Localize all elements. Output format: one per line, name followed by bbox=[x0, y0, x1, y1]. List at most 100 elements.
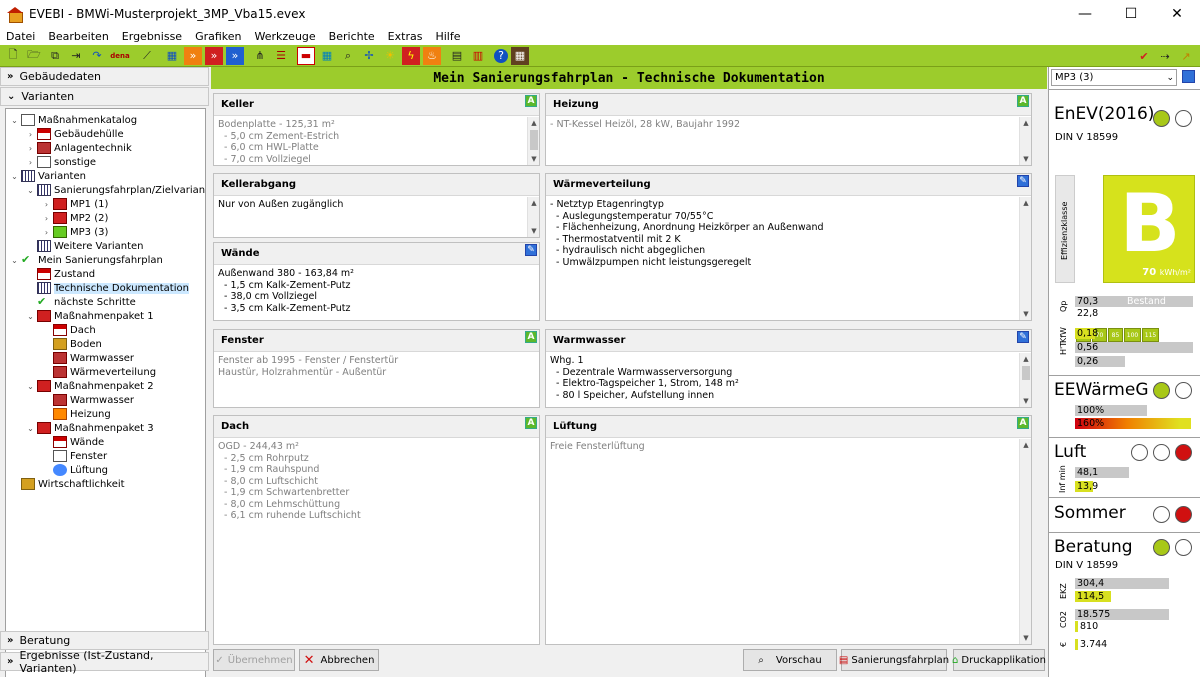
checkmark-icon[interactable]: ✔ bbox=[1135, 47, 1153, 65]
chevron-down-icon[interactable]: ⌄ bbox=[10, 172, 19, 181]
tree-item[interactable]: Heizung bbox=[42, 407, 111, 421]
tree-item[interactable]: Zustand bbox=[26, 267, 95, 281]
panel-text[interactable]: Bodenplatte - 125,31 m² - 5,0 cm Zement-… bbox=[214, 116, 539, 168]
scrollbar[interactable]: ▲ ▼ bbox=[1019, 117, 1031, 165]
tree-item[interactable]: Fenster bbox=[42, 449, 107, 463]
tree-item[interactable]: Weitere Varianten bbox=[26, 239, 144, 253]
sanierungsfahrplan-button[interactable]: ▤ Sanierungsfahrplan bbox=[839, 649, 949, 671]
trend-chart-icon[interactable]: ↗ bbox=[1177, 47, 1195, 65]
tree-item[interactable]: Warmwasser bbox=[42, 393, 134, 407]
grid-blue-icon[interactable]: ▦ bbox=[318, 47, 336, 65]
edit-pencil-icon[interactable]: ✎ bbox=[525, 244, 537, 256]
menu-grafiken[interactable]: Grafiken bbox=[195, 30, 241, 43]
chevron-right-icon[interactable]: › bbox=[42, 214, 51, 223]
panel-text[interactable]: Fenster ab 1995 - Fenster / Fenstertür H… bbox=[214, 352, 539, 381]
auto-badge-icon[interactable]: A bbox=[525, 331, 537, 343]
uebernehmen-button[interactable]: ✓ Übernehmen bbox=[213, 649, 295, 671]
redo-arrow-icon[interactable]: ↷ bbox=[88, 47, 106, 65]
panel-text[interactable]: Freie Fensterlüftung bbox=[546, 438, 1031, 456]
panel-text[interactable]: Außenwand 380 - 163,84 m² - 1,5 cm Kalk-… bbox=[214, 265, 539, 317]
export-red-icon[interactable]: » bbox=[205, 46, 223, 65]
menu-ergebnisse[interactable]: Ergebnisse bbox=[122, 30, 182, 43]
variant-select[interactable]: MP3 (3) ⌄ bbox=[1051, 69, 1177, 86]
menu-berichte[interactable]: Berichte bbox=[329, 30, 375, 43]
menu-werkzeuge[interactable]: Werkzeuge bbox=[255, 30, 316, 43]
calculator-icon[interactable]: ▦ bbox=[511, 46, 529, 65]
auto-badge-icon[interactable]: A bbox=[1017, 417, 1029, 429]
chevron-down-icon[interactable]: ⌄ bbox=[10, 256, 19, 265]
help-icon[interactable]: ? bbox=[494, 48, 508, 63]
section-varianten[interactable]: ⌄ Varianten bbox=[0, 87, 209, 106]
section-gebaeudedaten[interactable]: » Gebäudedaten bbox=[0, 67, 209, 86]
panel-text[interactable]: Nur von Außen zugänglich bbox=[214, 196, 539, 214]
abbrechen-button[interactable]: ✕ Abbrechen bbox=[299, 649, 379, 671]
wand-icon[interactable]: ⟋ bbox=[138, 47, 156, 65]
tree-item[interactable]: › MP2 (2) bbox=[42, 211, 108, 225]
chevron-down-icon[interactable]: ⌄ bbox=[26, 186, 35, 195]
tree-item[interactable]: ✔ nächste Schritte bbox=[26, 295, 136, 309]
auto-badge-icon[interactable]: A bbox=[525, 417, 537, 429]
panel-text[interactable]: OGD - 244,43 m² - 2,5 cm Rohrputz - 1,9 … bbox=[214, 438, 539, 525]
auto-badge-icon[interactable]: A bbox=[525, 95, 537, 107]
panel-text[interactable]: - Netztyp Etagenringtyp - Auslegungstemp… bbox=[546, 196, 1031, 271]
tree-item[interactable]: › MP3 (3) bbox=[42, 225, 108, 239]
variant-tree[interactable]: ⌄ Maßnahmenkatalog › Gebäudehülle › Anlagente… bbox=[5, 108, 206, 677]
tree-item[interactable]: Lüftung bbox=[42, 463, 108, 477]
new-file-icon[interactable]: 🗋 bbox=[4, 47, 22, 65]
menu-datei[interactable]: Datei bbox=[6, 30, 35, 43]
section-ergebnisse[interactable]: » Ergebnisse (Ist-Zustand, Varianten) bbox=[0, 649, 209, 675]
scrollbar[interactable]: ▲ ▼ bbox=[1019, 353, 1031, 407]
chevron-down-icon[interactable]: ⌄ bbox=[26, 424, 35, 433]
chevron-down-icon[interactable]: ⌄ bbox=[26, 382, 35, 391]
scrollbar[interactable]: ▲ ▼ bbox=[1019, 197, 1031, 320]
report-icon[interactable]: ▤ bbox=[448, 47, 466, 65]
minimize-button[interactable]: — bbox=[1062, 0, 1108, 28]
auto-badge-icon[interactable]: A bbox=[1017, 95, 1029, 107]
fan-icon[interactable]: ✢ bbox=[360, 47, 378, 65]
vorschau-button[interactable]: ⌕ Vorschau bbox=[743, 649, 837, 671]
tree-item[interactable]: Technische Dokumentation bbox=[26, 281, 189, 295]
chevron-right-icon[interactable]: › bbox=[42, 228, 51, 237]
tree-item[interactable]: ⌄ Maßnahmenpaket 2 bbox=[26, 379, 154, 393]
chart-report-icon[interactable]: ▥ bbox=[469, 47, 487, 65]
scrollbar[interactable]: ▲ ▼ bbox=[527, 117, 539, 165]
panel-text[interactable]: - NT-Kessel Heizöl, 28 kW, Baujahr 1992 bbox=[546, 116, 1031, 134]
druckapplikation-button[interactable]: ⌂ Druckapplikation bbox=[952, 649, 1046, 671]
close-button[interactable]: ✕ bbox=[1154, 0, 1200, 28]
tree-item[interactable]: ⌄ ✔ Mein Sanierungsfahrplan bbox=[10, 253, 163, 267]
tree-item[interactable]: › MP1 (1) bbox=[42, 197, 108, 211]
arrow-right-icon[interactable]: ⇢ bbox=[1156, 47, 1174, 65]
tree-item[interactable]: › Gebäudehülle bbox=[26, 127, 124, 141]
tree-item[interactable]: ⌄ Varianten bbox=[10, 169, 86, 183]
export-orange-icon[interactable]: » bbox=[184, 46, 202, 65]
panel-text[interactable]: Whg. 1 - Dezentrale Warmwasserversorgung… bbox=[546, 352, 1031, 404]
menu-bearbeiten[interactable]: Bearbeiten bbox=[48, 30, 108, 43]
export-blue-icon[interactable]: » bbox=[226, 46, 244, 65]
tree-item[interactable]: › Anlagentechnik bbox=[26, 141, 132, 155]
chevron-right-icon[interactable]: › bbox=[42, 200, 51, 209]
tree-item[interactable]: ⌄ Maßnahmenkatalog bbox=[10, 113, 137, 127]
chevron-down-icon[interactable]: ⌄ bbox=[26, 312, 35, 321]
tree-item[interactable]: Dach bbox=[42, 323, 96, 337]
chevron-right-icon[interactable]: › bbox=[26, 130, 35, 139]
section-beratung[interactable]: » Beratung bbox=[0, 631, 209, 650]
import-icon[interactable]: ⇥ bbox=[67, 47, 85, 65]
tree-item[interactable]: › sonstige bbox=[26, 155, 96, 169]
chevron-right-icon[interactable]: › bbox=[26, 144, 35, 153]
hierarchy-icon[interactable]: ⋔ bbox=[251, 47, 269, 65]
edit-pencil-icon[interactable]: ✎ bbox=[1017, 175, 1029, 187]
window-red-icon[interactable]: ▬ bbox=[297, 46, 315, 65]
chevron-right-icon[interactable]: › bbox=[26, 158, 35, 167]
open-folder-icon[interactable]: 🗁 bbox=[25, 47, 43, 65]
grid-table-icon[interactable]: ▦ bbox=[163, 47, 181, 65]
tree-item[interactable]: ⌄ Maßnahmenpaket 1 bbox=[26, 309, 154, 323]
chevron-down-icon[interactable]: ⌄ bbox=[10, 116, 19, 125]
scrollbar[interactable]: ▲ ▼ bbox=[1019, 439, 1031, 644]
sun-icon[interactable]: ☀ bbox=[381, 47, 399, 65]
copy-icon[interactable]: ⧉ bbox=[46, 47, 64, 65]
edit-pencil-icon[interactable]: ✎ bbox=[1017, 331, 1029, 343]
edit-pencil-icon[interactable] bbox=[1182, 70, 1195, 83]
maximize-button[interactable]: ☐ bbox=[1108, 0, 1154, 28]
tree-item[interactable]: ⌄ Sanierungsfahrplan/Zielvariante bbox=[26, 183, 205, 197]
menu-extras[interactable]: Extras bbox=[388, 30, 423, 43]
